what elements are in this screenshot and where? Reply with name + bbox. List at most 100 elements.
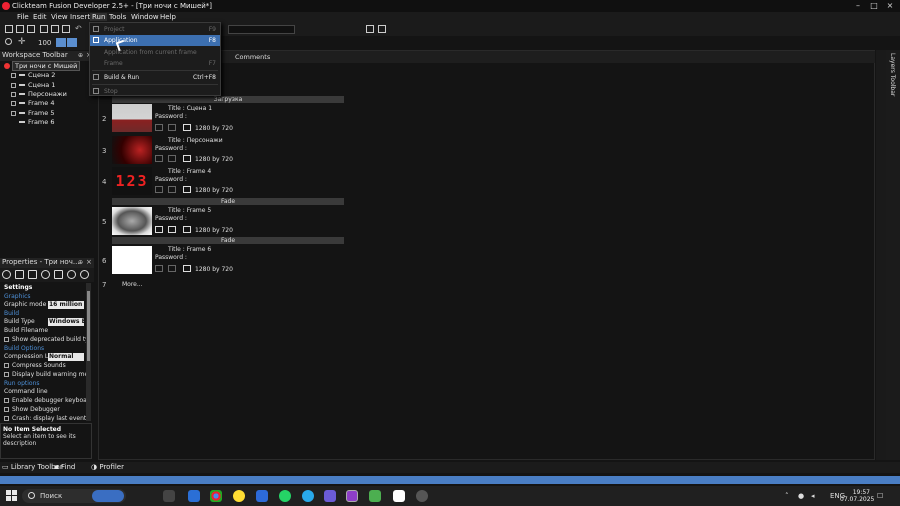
transition-band[interactable]: Fade xyxy=(112,237,344,244)
prop-row[interactable]: Command line xyxy=(0,388,91,397)
prop-row[interactable]: Build Filename xyxy=(0,327,91,336)
chrome-icon[interactable] xyxy=(210,490,222,502)
menu-view[interactable]: View xyxy=(51,13,68,21)
transition-band[interactable]: Fade xyxy=(112,198,344,205)
stop-item[interactable]: Stop xyxy=(90,86,220,97)
toolbar-icon-a[interactable] xyxy=(366,25,374,33)
zoom-value[interactable]: 100 xyxy=(38,39,51,47)
save-icon[interactable] xyxy=(27,25,35,33)
prop-check-row[interactable]: Show Debugger xyxy=(0,406,91,415)
about-tab-icon[interactable] xyxy=(67,270,76,279)
tree-item-frame[interactable]: Сцена 1 xyxy=(11,81,55,90)
frame-options[interactable] xyxy=(155,226,191,234)
menu-window[interactable]: Window xyxy=(131,13,159,21)
zoom-icon[interactable] xyxy=(5,38,12,45)
frame-thumbnail[interactable] xyxy=(112,104,152,132)
frame-thumbnail[interactable] xyxy=(112,136,152,164)
prop-check-row[interactable]: Show deprecated build ty xyxy=(0,336,91,345)
yandex-browser-icon[interactable] xyxy=(233,490,245,502)
runtime-tab-icon[interactable] xyxy=(28,270,37,279)
tree-item-frame[interactable]: Персонажи xyxy=(11,90,67,99)
toolbar-icon-b[interactable] xyxy=(378,25,386,33)
prop-row[interactable]: Build Type Windows E xyxy=(0,318,91,327)
properties-close-icon[interactable]: × xyxy=(86,258,92,266)
properties-scrollbar[interactable] xyxy=(86,283,91,421)
file-explorer-icon[interactable] xyxy=(188,490,200,502)
tree-root-application[interactable]: Три ночи с Мишей xyxy=(4,61,81,71)
menu-run[interactable]: Run xyxy=(90,13,108,21)
discord-icon[interactable] xyxy=(324,490,336,502)
windows-start-icon[interactable] xyxy=(6,490,17,501)
tab-find[interactable]: ▪ Find xyxy=(54,463,75,471)
prop-check-row[interactable]: Display build warning me xyxy=(0,371,91,380)
frame-thumbnail[interactable] xyxy=(112,207,152,235)
store-icon[interactable] xyxy=(256,490,268,502)
tab-profiler[interactable]: ◑ Profiler xyxy=(91,463,124,471)
notifications-icon[interactable]: ☐ xyxy=(877,492,883,500)
prop-row[interactable]: Compression Le Normal xyxy=(0,353,91,362)
frame-options[interactable] xyxy=(155,124,191,132)
values-tab-icon[interactable] xyxy=(41,270,50,279)
frame-thumbnail[interactable]: 123 xyxy=(112,167,152,195)
tree-item-frame[interactable]: Frame 5 xyxy=(11,109,54,118)
build-and-run-item[interactable]: Build & Run Ctrl+F8 xyxy=(90,72,220,83)
tree-item-frame[interactable]: Frame 4 xyxy=(11,99,54,108)
speaker-icon[interactable]: ◂ xyxy=(811,492,815,500)
storyboard-scrollbar[interactable] xyxy=(876,50,886,460)
prop-check-row[interactable]: Enable debugger keyboa xyxy=(0,397,91,406)
clock[interactable]: 19:57 07.07.2025 xyxy=(840,489,874,503)
run-application-item[interactable]: Application F8 xyxy=(90,35,220,46)
menu-file[interactable]: File xyxy=(17,13,29,21)
frame-options[interactable] xyxy=(155,186,191,194)
display-tab-icon[interactable] xyxy=(15,270,24,279)
close-icon[interactable]: × xyxy=(884,1,896,11)
frame-options[interactable] xyxy=(155,155,191,163)
frame-selector-dropdown[interactable] xyxy=(228,25,295,34)
microphone-icon[interactable]: ● xyxy=(798,492,804,500)
task-view-icon[interactable] xyxy=(163,490,175,502)
scrollbar-thumb[interactable] xyxy=(87,291,90,361)
tray-arrow-icon[interactable]: ˄ xyxy=(785,492,789,500)
undo-icon[interactable]: ↶ xyxy=(75,24,82,33)
run-frame-item[interactable]: Frame F7 xyxy=(90,58,220,69)
events-tab-icon[interactable] xyxy=(54,270,63,279)
menu-tools[interactable]: Tools xyxy=(109,13,126,21)
menu-help[interactable]: Help xyxy=(160,13,176,21)
menu-insert[interactable]: Insert xyxy=(70,13,90,21)
layers-toolbar-tab[interactable]: Layers Toolbar xyxy=(886,50,900,460)
status-bar xyxy=(0,476,900,484)
pin-icon[interactable]: ⊕ xyxy=(78,52,83,59)
run-project-item[interactable]: Project F9 xyxy=(90,24,220,35)
prop-row[interactable]: Graphic mode16 million c xyxy=(0,301,91,310)
properties-pin-icon[interactable]: ⊕ xyxy=(78,259,83,266)
grid-toggle-icon[interactable] xyxy=(56,38,66,47)
paste-icon[interactable] xyxy=(62,25,70,33)
cut-icon[interactable] xyxy=(40,25,48,33)
new-file-icon[interactable] xyxy=(5,25,13,33)
whatsapp-icon[interactable] xyxy=(279,490,291,502)
frame-options[interactable] xyxy=(155,265,191,273)
tree-item-frame[interactable]: Сцена 2 xyxy=(11,71,55,80)
prop-check-row[interactable]: Crash: display last event xyxy=(0,415,91,423)
more-frames-link[interactable]: More... xyxy=(122,281,143,288)
app-icon-white[interactable] xyxy=(393,490,405,502)
app-icon-round[interactable] xyxy=(416,490,428,502)
maximize-icon[interactable]: □ xyxy=(868,1,880,11)
telegram-icon[interactable] xyxy=(302,490,314,502)
pan-icon[interactable]: ✛ xyxy=(18,37,26,47)
app-icon-green[interactable] xyxy=(369,490,381,502)
frame-thumbnail[interactable] xyxy=(112,246,152,274)
minimize-icon[interactable]: – xyxy=(852,1,864,11)
run-from-current-frame-item[interactable]: Application from current frame xyxy=(90,47,220,58)
tree-item-frame[interactable]: Frame 6 xyxy=(11,118,54,127)
settings-tab-icon[interactable] xyxy=(2,270,11,279)
menu-edit[interactable]: Edit xyxy=(33,13,47,21)
prop-check-row[interactable]: Compress Sounds xyxy=(0,362,91,371)
clickteam-fusion-icon[interactable] xyxy=(346,490,358,502)
transition-band[interactable]: Загрузка xyxy=(112,96,344,103)
snap-toggle-icon[interactable] xyxy=(67,38,77,47)
open-folder-icon[interactable] xyxy=(16,25,24,33)
taskbar-search[interactable]: Поиск xyxy=(22,489,126,503)
copy-icon[interactable] xyxy=(51,25,59,33)
extensions-tab-icon[interactable] xyxy=(80,270,89,279)
